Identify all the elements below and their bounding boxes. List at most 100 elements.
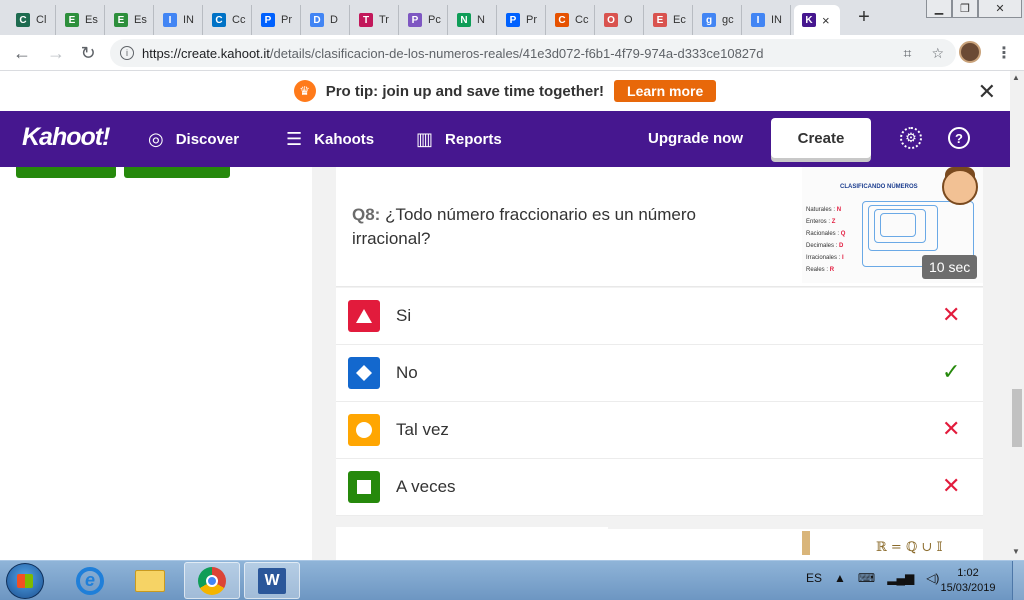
new-tab-button[interactable]: + [852, 6, 876, 29]
docs-icon: D [310, 13, 324, 27]
answer-row[interactable]: Si ✕ [336, 288, 983, 345]
create-button[interactable]: Create [771, 118, 871, 158]
tray-expand-icon[interactable]: ▲ [834, 571, 846, 585]
edmodo-icon: E [65, 13, 79, 27]
device-icon[interactable]: ⌨ [858, 571, 875, 585]
tab-title: O [624, 14, 633, 26]
time-limit-badge: 10 sec [922, 255, 978, 279]
browser-tab-strip: C Cl E Es E Es I IN C Cc P Pr D D T Tr P Pc N N P Pr C Cc O O E Ec g… [0, 0, 1024, 35]
browser-tab[interactable]: C Cc [547, 5, 595, 35]
circle-icon [348, 414, 380, 446]
google-icon: I [751, 13, 765, 27]
browser-tab[interactable]: P Pc [400, 5, 448, 35]
set-symbol: I [842, 255, 844, 261]
classroom-icon: C [16, 13, 30, 27]
word-icon: W [258, 567, 286, 594]
kahoot-logo[interactable]: Kahoot! [22, 123, 110, 152]
left-panel [0, 167, 312, 560]
browser-tab[interactable]: DD [302, 5, 350, 35]
nav-reports[interactable]: ▥ Reports [416, 129, 502, 150]
tab-title: Pr [281, 14, 292, 26]
browser-tab[interactable]: E Ec [645, 5, 693, 35]
maximize-button[interactable]: ❐ [952, 0, 978, 18]
scroll-up-icon[interactable]: ▲ [1012, 73, 1020, 82]
show-desktop-button[interactable] [1012, 561, 1024, 600]
browser-tab[interactable]: NN [449, 5, 497, 35]
browser-tab[interactable]: P Pr [498, 5, 546, 35]
drive-icon: N [457, 13, 471, 27]
image-title: CLASIFICANDO NÚMEROS [840, 184, 918, 190]
clock[interactable]: 1:02 15/03/2019 [930, 566, 1006, 596]
help-icon[interactable]: ? [948, 127, 970, 149]
browser-tab[interactable]: I IN [743, 5, 791, 35]
tab-title: Pc [428, 14, 441, 26]
info-icon[interactable]: i [120, 46, 134, 60]
close-icon[interactable]: ✕ [978, 79, 996, 105]
menu-dots-icon[interactable]: ⋮ [996, 43, 1012, 63]
network-icon[interactable]: ▂▄▆ [887, 571, 914, 585]
tab-title: Cl [36, 14, 47, 26]
url-field[interactable]: i https://create.kahoot.it /details/clas… [110, 39, 956, 67]
set-box-naturales [880, 213, 916, 237]
set-symbol: N [836, 207, 842, 213]
question-card: Q8: ¿Todo número fraccionario es un núme… [336, 167, 983, 287]
scroll-down-icon[interactable]: ▼ [1012, 547, 1020, 556]
answer-row[interactable]: Tal vez ✕ [336, 402, 983, 459]
browser-tab[interactable]: OO [596, 5, 644, 35]
gear-icon[interactable]: ⚙ [900, 127, 922, 149]
start-button[interactable] [6, 563, 44, 599]
tab-title: Ec [673, 14, 686, 26]
crown-icon: ♛ [293, 80, 316, 102]
browser-tab[interactable]: g gc [694, 5, 742, 35]
nav-kahoots[interactable]: ☰ Kahoots [286, 129, 374, 150]
answer-label: A veces [396, 477, 456, 496]
answer-label: Si [396, 306, 412, 325]
bookmark-star-icon[interactable]: ☆ [931, 45, 944, 62]
set-symbol: Q [840, 231, 846, 237]
answer-row[interactable]: No ✓ [336, 345, 983, 402]
card-divider [608, 527, 983, 529]
profile-avatar[interactable] [959, 41, 981, 63]
tab-title: Cc [232, 14, 246, 26]
google-icon: g [702, 13, 716, 27]
nav-discover[interactable]: ◎ Discover [148, 129, 239, 150]
learn-more-button[interactable]: Learn more [614, 80, 717, 102]
taskbar-chrome[interactable] [184, 562, 240, 599]
set-row: Racionales : Q [806, 231, 845, 237]
reload-icon[interactable]: ↻ [76, 41, 100, 65]
browser-tab[interactable]: I IN [155, 5, 203, 35]
close-tab-icon[interactable]: × [822, 13, 830, 28]
translate-icon[interactable]: ⌗ [904, 45, 912, 62]
tab-title: IN [771, 14, 782, 26]
taskbar-explorer[interactable] [122, 562, 178, 599]
s-icon: E [653, 13, 667, 27]
address-bar: ← → ↻ i https://create.kahoot.it /detail… [0, 35, 1024, 71]
back-icon[interactable]: ← [10, 41, 34, 65]
answer-row[interactable]: A veces ✕ [336, 459, 983, 516]
left-green-button-1[interactable] [16, 167, 116, 178]
tab-kahoot-active[interactable]: K × [794, 5, 840, 35]
question-text: ¿Todo número fraccionario es un número i… [352, 205, 696, 248]
nav-reports-label: Reports [445, 131, 502, 148]
left-green-button-2[interactable] [124, 167, 230, 178]
language-indicator[interactable]: ES [806, 571, 822, 585]
windows-logo-icon [17, 574, 33, 588]
chrome-icon [198, 566, 226, 595]
s-icon: O [604, 13, 618, 27]
browser-tab[interactable]: C Cc [204, 5, 252, 35]
browser-tab[interactable]: E Es [57, 5, 105, 35]
upgrade-now-link[interactable]: Upgrade now [648, 130, 743, 147]
mm-icon: C [555, 13, 569, 27]
browser-tab[interactable]: P Pr [253, 5, 301, 35]
minimize-button[interactable]: ▁ [926, 0, 952, 18]
taskbar-word[interactable]: W [244, 562, 300, 599]
set-label: Reales : [806, 267, 829, 273]
browser-tab[interactable]: C Cl [8, 5, 56, 35]
browser-tab[interactable]: T Tr [351, 5, 399, 35]
browser-tab[interactable]: E Es [106, 5, 154, 35]
page-scrollbar[interactable]: ▲ ▼ [1010, 71, 1024, 560]
scroll-thumb[interactable] [1012, 389, 1022, 447]
taskbar-ie[interactable]: e [62, 562, 118, 599]
forward-icon[interactable]: → [44, 41, 68, 65]
window-close-button[interactable]: ✕ [978, 0, 1022, 18]
